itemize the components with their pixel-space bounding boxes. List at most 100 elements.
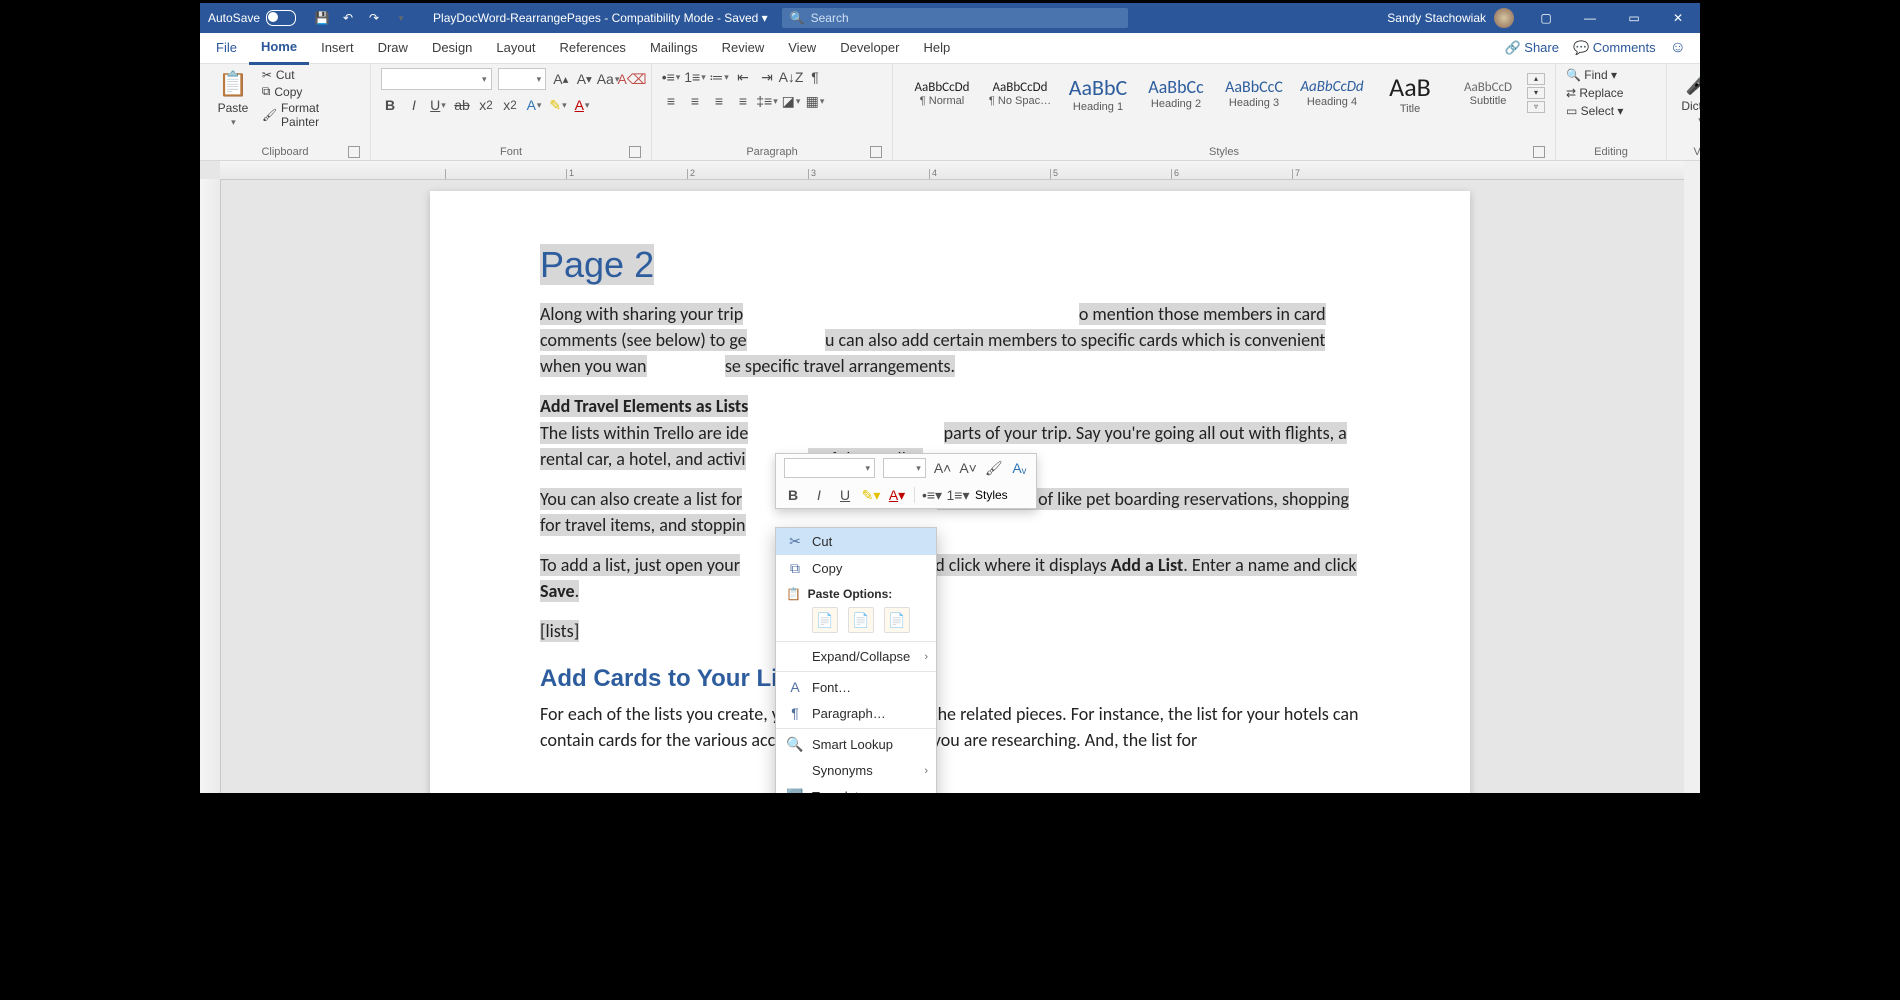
share-button[interactable]: 🔗 Share — [1504, 40, 1559, 56]
ctx-copy[interactable]: ⧉Copy — [776, 555, 936, 582]
text-effects-icon[interactable]: A▾ — [525, 96, 543, 114]
minimize-icon[interactable]: — — [1568, 11, 1612, 25]
style-heading3[interactable]: AaBbCcCHeading 3 — [1215, 75, 1293, 112]
horizontal-ruler[interactable]: 1 2 3 4 5 6 7 — [220, 161, 1684, 180]
multilevel-icon[interactable]: ≔▾ — [710, 68, 728, 86]
mini-styles-icon[interactable]: Aᵥ — [1011, 459, 1028, 477]
undo-icon[interactable]: ↶ — [340, 11, 356, 25]
mini-shrink-icon[interactable]: A˅ — [959, 459, 977, 477]
mini-font-combo[interactable]: ▾ — [784, 458, 875, 478]
strike-icon[interactable]: ab — [453, 96, 471, 114]
font-family-combo[interactable]: ▾ — [381, 68, 492, 90]
ctx-cut[interactable]: ✂Cut — [776, 528, 936, 555]
align-right-icon[interactable]: ≡ — [710, 92, 728, 110]
tab-file[interactable]: File — [204, 33, 249, 63]
mini-size-combo[interactable]: ▾ — [883, 458, 926, 478]
document-title[interactable]: PlayDocWord-RearrangePages - Compatibili… — [419, 11, 782, 25]
mini-underline-icon[interactable]: U — [836, 486, 854, 504]
ribbon-options-icon[interactable]: ▢ — [1524, 11, 1568, 25]
vertical-scrollbar[interactable] — [1684, 161, 1700, 795]
ctx-smart-lookup[interactable]: 🔍Smart Lookup — [776, 731, 936, 758]
paragraph-dialog-launcher[interactable] — [870, 146, 882, 158]
clear-format-icon[interactable]: A⌫ — [623, 70, 641, 88]
italic-icon[interactable]: I — [405, 96, 423, 114]
tab-help[interactable]: Help — [911, 33, 962, 63]
mini-bold-icon[interactable]: B — [784, 486, 802, 504]
style-heading4[interactable]: AaBbCcDdHeading 4 — [1293, 75, 1371, 111]
superscript-icon[interactable]: x2 — [501, 96, 519, 114]
font-color-icon[interactable]: A▾ — [573, 96, 591, 114]
mini-fontcolor-icon[interactable]: A▾ — [888, 486, 906, 504]
font-size-combo[interactable]: ▾ — [498, 68, 547, 90]
autosave-toggle[interactable]: AutoSave — [200, 10, 304, 26]
dictate-button[interactable]: 🎤 Dictate▾ — [1677, 68, 1703, 126]
styles-dialog-launcher[interactable] — [1533, 146, 1545, 158]
ctx-translate[interactable]: 🔤Translate — [776, 783, 936, 795]
align-center-icon[interactable]: ≡ — [686, 92, 704, 110]
tab-developer[interactable]: Developer — [828, 33, 911, 63]
paste-keep-source-icon[interactable]: 📄 — [812, 607, 838, 633]
tab-mailings[interactable]: Mailings — [638, 33, 710, 63]
borders-icon[interactable]: ▦▾ — [806, 92, 824, 110]
style-heading1[interactable]: AaBbCHeading 1 — [1059, 71, 1137, 116]
tab-home[interactable]: Home — [249, 32, 309, 65]
mini-format-painter-icon[interactable]: 🖌 — [985, 459, 1003, 477]
numbering-icon[interactable]: 1≡▾ — [686, 68, 704, 86]
search-box[interactable]: 🔍 Search — [782, 8, 1128, 28]
decrease-font-icon[interactable]: A▾ — [576, 70, 593, 88]
ctx-paragraph[interactable]: ¶Paragraph… — [776, 700, 936, 726]
highlight-icon[interactable]: ✎▾ — [549, 96, 567, 114]
font-dialog-launcher[interactable] — [629, 146, 641, 158]
outdent-icon[interactable]: ⇤ — [734, 68, 752, 86]
save-icon[interactable]: 💾 — [314, 11, 330, 25]
ctx-expand-collapse[interactable]: Expand/Collapse› — [776, 644, 936, 669]
change-case-icon[interactable]: Aa▾ — [599, 70, 617, 88]
styles-gallery-more[interactable]: ▴▾▿ — [1527, 73, 1545, 113]
comments-button[interactable]: 💬 Comments — [1573, 40, 1656, 56]
tab-review[interactable]: Review — [710, 33, 777, 63]
account-button[interactable]: Sandy Stachowiak — [1377, 8, 1524, 28]
ctx-synonyms[interactable]: Synonyms› — [776, 758, 936, 783]
cut-button[interactable]: ✂Cut — [262, 68, 360, 82]
mini-styles-label[interactable]: Styles — [975, 488, 1008, 502]
shading-icon[interactable]: ◪▾ — [782, 92, 800, 110]
paste-text-only-icon[interactable]: 📄 — [884, 607, 910, 633]
mini-italic-icon[interactable]: I — [810, 486, 828, 504]
tab-insert[interactable]: Insert — [309, 33, 366, 63]
tab-draw[interactable]: Draw — [366, 33, 420, 63]
style-heading2[interactable]: AaBbCcHeading 2 — [1137, 73, 1215, 113]
tab-design[interactable]: Design — [420, 33, 484, 63]
style-normal[interactable]: AaBbCcDd¶ Normal — [903, 77, 981, 110]
find-button[interactable]: 🔍 Find ▾ — [1566, 68, 1656, 82]
copy-button[interactable]: ⧉Copy — [262, 84, 360, 99]
sort-icon[interactable]: A↓Z — [782, 68, 800, 86]
tab-view[interactable]: View — [776, 33, 828, 63]
close-icon[interactable]: ✕ — [1656, 11, 1700, 25]
mini-bullets-icon[interactable]: •≡▾ — [923, 486, 941, 504]
subscript-icon[interactable]: x2 — [477, 96, 495, 114]
mini-numbering-icon[interactable]: 1≡▾ — [949, 486, 967, 504]
qat-more-icon[interactable]: ▾ — [392, 13, 409, 24]
vertical-ruler[interactable] — [200, 179, 221, 795]
redo-icon[interactable]: ↷ — [366, 11, 382, 25]
paste-merge-icon[interactable]: 📄 — [848, 607, 874, 633]
style-no-space[interactable]: AaBbCcDd¶ No Spac… — [981, 77, 1059, 110]
style-title[interactable]: AaBTitle — [1371, 68, 1449, 118]
style-subtitle[interactable]: AaBbCcDSubtitle — [1449, 77, 1527, 110]
show-marks-icon[interactable]: ¶ — [806, 68, 824, 86]
mini-grow-icon[interactable]: A˄ — [934, 459, 952, 477]
line-spacing-icon[interactable]: ‡≡▾ — [758, 92, 776, 110]
underline-icon[interactable]: U▾ — [429, 96, 447, 114]
replace-button[interactable]: ⇄ Replace — [1566, 86, 1656, 100]
select-button[interactable]: ▭ Select ▾ — [1566, 104, 1656, 118]
format-painter-button[interactable]: 🖌Format Painter — [262, 101, 360, 129]
clipboard-dialog-launcher[interactable] — [348, 146, 360, 158]
increase-font-icon[interactable]: A▴ — [552, 70, 569, 88]
autosave-switch-icon[interactable] — [266, 10, 296, 26]
tab-references[interactable]: References — [547, 33, 637, 63]
feedback-icon[interactable]: ☺ — [1670, 39, 1686, 57]
bullets-icon[interactable]: •≡▾ — [662, 68, 680, 86]
indent-icon[interactable]: ⇥ — [758, 68, 776, 86]
tab-layout[interactable]: Layout — [484, 33, 547, 63]
justify-icon[interactable]: ≡ — [734, 92, 752, 110]
